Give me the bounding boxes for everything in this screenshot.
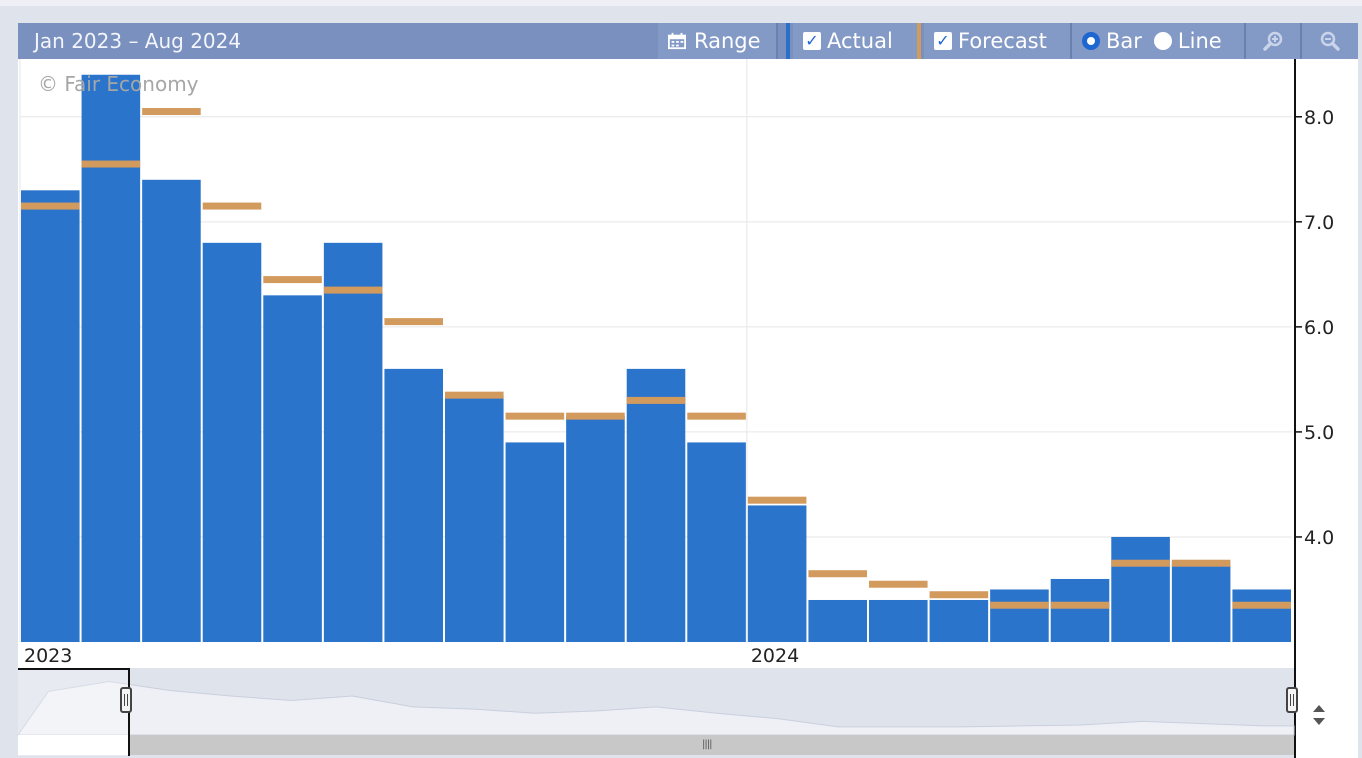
forecast-marker[interactable] (81, 160, 141, 168)
forecast-marker[interactable] (1232, 601, 1291, 609)
forecast-marker[interactable] (869, 580, 928, 588)
actual-bar[interactable] (202, 242, 262, 642)
forecast-marker[interactable] (747, 496, 807, 504)
x-tick-label: 2024 (751, 645, 799, 667)
navigator-selection[interactable] (18, 668, 130, 756)
scrollbar-grip-icon[interactable]: |||| (702, 739, 718, 751)
actual-bar[interactable] (808, 599, 867, 642)
actual-bar[interactable] (21, 190, 80, 642)
forecast-marker[interactable] (1050, 601, 1110, 609)
x-tick-label: 2023 (24, 645, 72, 667)
actual-bar[interactable] (929, 599, 989, 642)
actual-bar[interactable] (263, 295, 322, 642)
actual-bar[interactable] (626, 368, 686, 642)
forecast-marker[interactable] (990, 601, 1049, 609)
actual-bar[interactable] (505, 442, 565, 642)
actual-bar[interactable] (1171, 563, 1231, 642)
actual-bar[interactable] (1111, 536, 1170, 642)
forecast-marker[interactable] (323, 286, 383, 294)
actual-bar[interactable] (990, 589, 1049, 642)
actual-bar[interactable] (1050, 578, 1110, 642)
forecast-marker[interactable] (384, 318, 443, 326)
actual-bar[interactable] (566, 416, 625, 642)
actual-bar[interactable] (81, 74, 141, 642)
actual-bar[interactable] (142, 179, 201, 642)
forecast-marker[interactable] (929, 591, 989, 599)
forecast-marker[interactable] (505, 412, 565, 420)
updown-arrows-icon[interactable] (1312, 704, 1326, 726)
forecast-marker[interactable] (566, 412, 625, 420)
forecast-marker[interactable] (263, 276, 322, 284)
bar-chart: 4.0 5.0 6.0 7.0 8.0 2023 2024 (17, 59, 1334, 736)
forecast-marker[interactable] (1171, 559, 1231, 567)
actual-bar[interactable] (1232, 589, 1291, 642)
y-tick-label: 8.0 (1304, 107, 1334, 129)
forecast-marker[interactable] (142, 108, 201, 116)
navigator-series-area (17, 680, 1295, 736)
forecast-marker[interactable] (626, 396, 686, 404)
forecast-marker[interactable] (1111, 559, 1170, 567)
y-tick-label: 6.0 (1304, 317, 1334, 339)
forecast-marker[interactable] (687, 412, 746, 420)
actual-bar[interactable] (687, 442, 746, 642)
navigator-right-handle[interactable] (1286, 687, 1298, 713)
navigator-left-handle[interactable] (120, 687, 132, 713)
y-tick-label: 4.0 (1304, 527, 1334, 549)
forecast-marker[interactable] (21, 202, 80, 210)
forecast-marker[interactable] (202, 202, 262, 210)
actual-bar[interactable] (747, 505, 807, 642)
y-tick-label: 5.0 (1304, 422, 1334, 444)
forecast-marker[interactable] (445, 391, 504, 399)
forecast-marker[interactable] (808, 570, 867, 578)
y-tick-label: 7.0 (1304, 212, 1334, 234)
actual-bar[interactable] (445, 395, 504, 642)
actual-bar[interactable] (323, 242, 383, 642)
actual-bar[interactable] (869, 599, 928, 642)
actual-bar[interactable] (384, 368, 443, 642)
watermark: © Fair Economy (38, 72, 199, 96)
